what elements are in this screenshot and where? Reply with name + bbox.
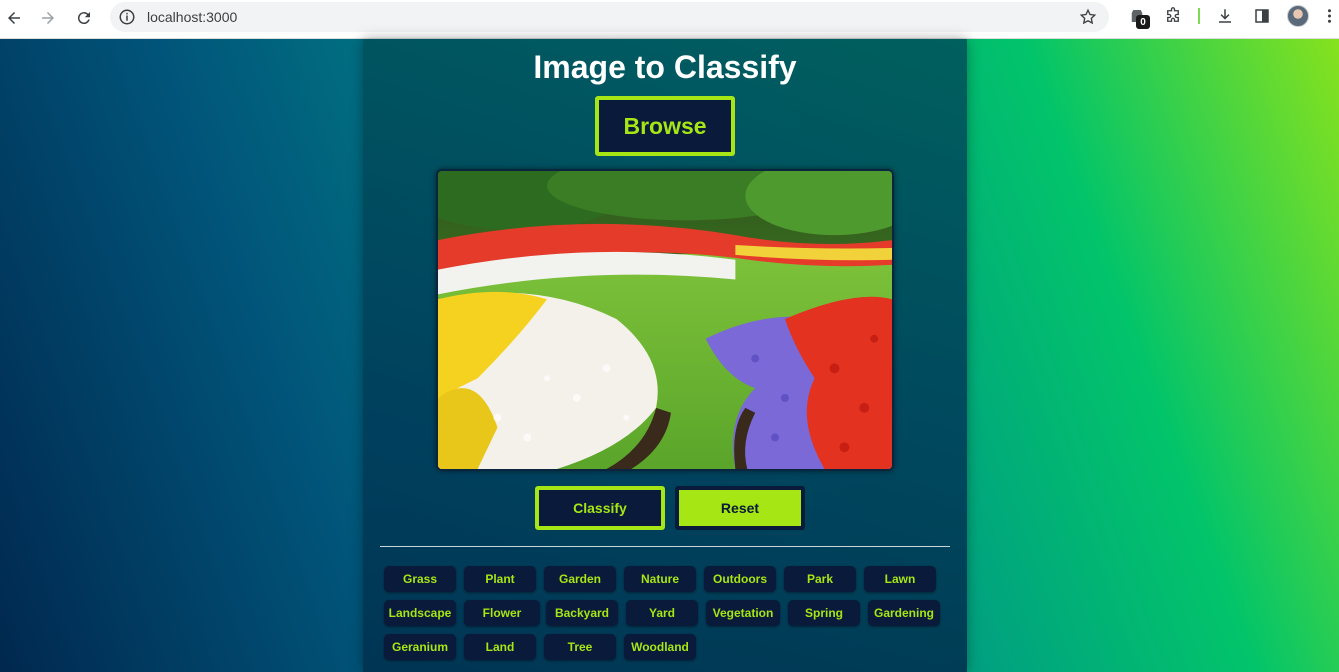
tag-park: Park: [784, 566, 856, 592]
tag-woodland: Woodland: [624, 634, 696, 660]
tag-grass: Grass: [384, 566, 456, 592]
tag-landscape: Landscape: [384, 600, 456, 626]
forward-icon[interactable]: [36, 6, 60, 30]
tag-backyard: Backyard: [546, 600, 618, 626]
uploaded-image: [436, 169, 894, 471]
puzzle-icon[interactable]: [1162, 5, 1184, 27]
toolbar-divider: [1198, 8, 1200, 24]
url-text: localhost:3000: [147, 9, 238, 25]
reset-button[interactable]: Reset: [675, 486, 805, 530]
back-icon[interactable]: [2, 6, 26, 30]
tag-flower: Flower: [464, 600, 540, 626]
classify-button[interactable]: Classify: [535, 486, 665, 530]
tag-yard: Yard: [626, 600, 698, 626]
tag-lawn: Lawn: [864, 566, 936, 592]
tag-outdoors: Outdoors: [704, 566, 776, 592]
profile-avatar[interactable]: [1287, 5, 1309, 27]
tag-land: Land: [464, 634, 536, 660]
download-icon[interactable]: [1214, 5, 1236, 27]
tag-tree: Tree: [544, 634, 616, 660]
browser-toolbar: localhost:3000 0: [0, 0, 1339, 39]
tag-gardening: Gardening: [868, 600, 940, 626]
page-title: Image to Classify: [533, 49, 797, 85]
extension-badge: 0: [1136, 15, 1150, 29]
tag-nature: Nature: [624, 566, 696, 592]
address-bar[interactable]: localhost:3000: [110, 2, 1109, 32]
tag-geranium: Geranium: [384, 634, 456, 660]
tag-plant: Plant: [464, 566, 536, 592]
browse-button[interactable]: Browse: [595, 96, 735, 156]
reload-icon[interactable]: [72, 6, 96, 30]
classifier-panel: Image to Classify Browse Classify Reset …: [363, 39, 967, 672]
page-background: Image to Classify Browse Classify Reset …: [0, 39, 1339, 672]
tag-vegetation: Vegetation: [706, 600, 780, 626]
menu-dots-icon[interactable]: [1322, 5, 1336, 27]
tag-spring: Spring: [788, 600, 860, 626]
side-panel-icon[interactable]: [1251, 5, 1273, 27]
tag-garden: Garden: [544, 566, 616, 592]
bookmark-star-icon[interactable]: [1079, 8, 1097, 26]
divider: [380, 546, 950, 547]
site-info-icon[interactable]: [118, 8, 136, 26]
